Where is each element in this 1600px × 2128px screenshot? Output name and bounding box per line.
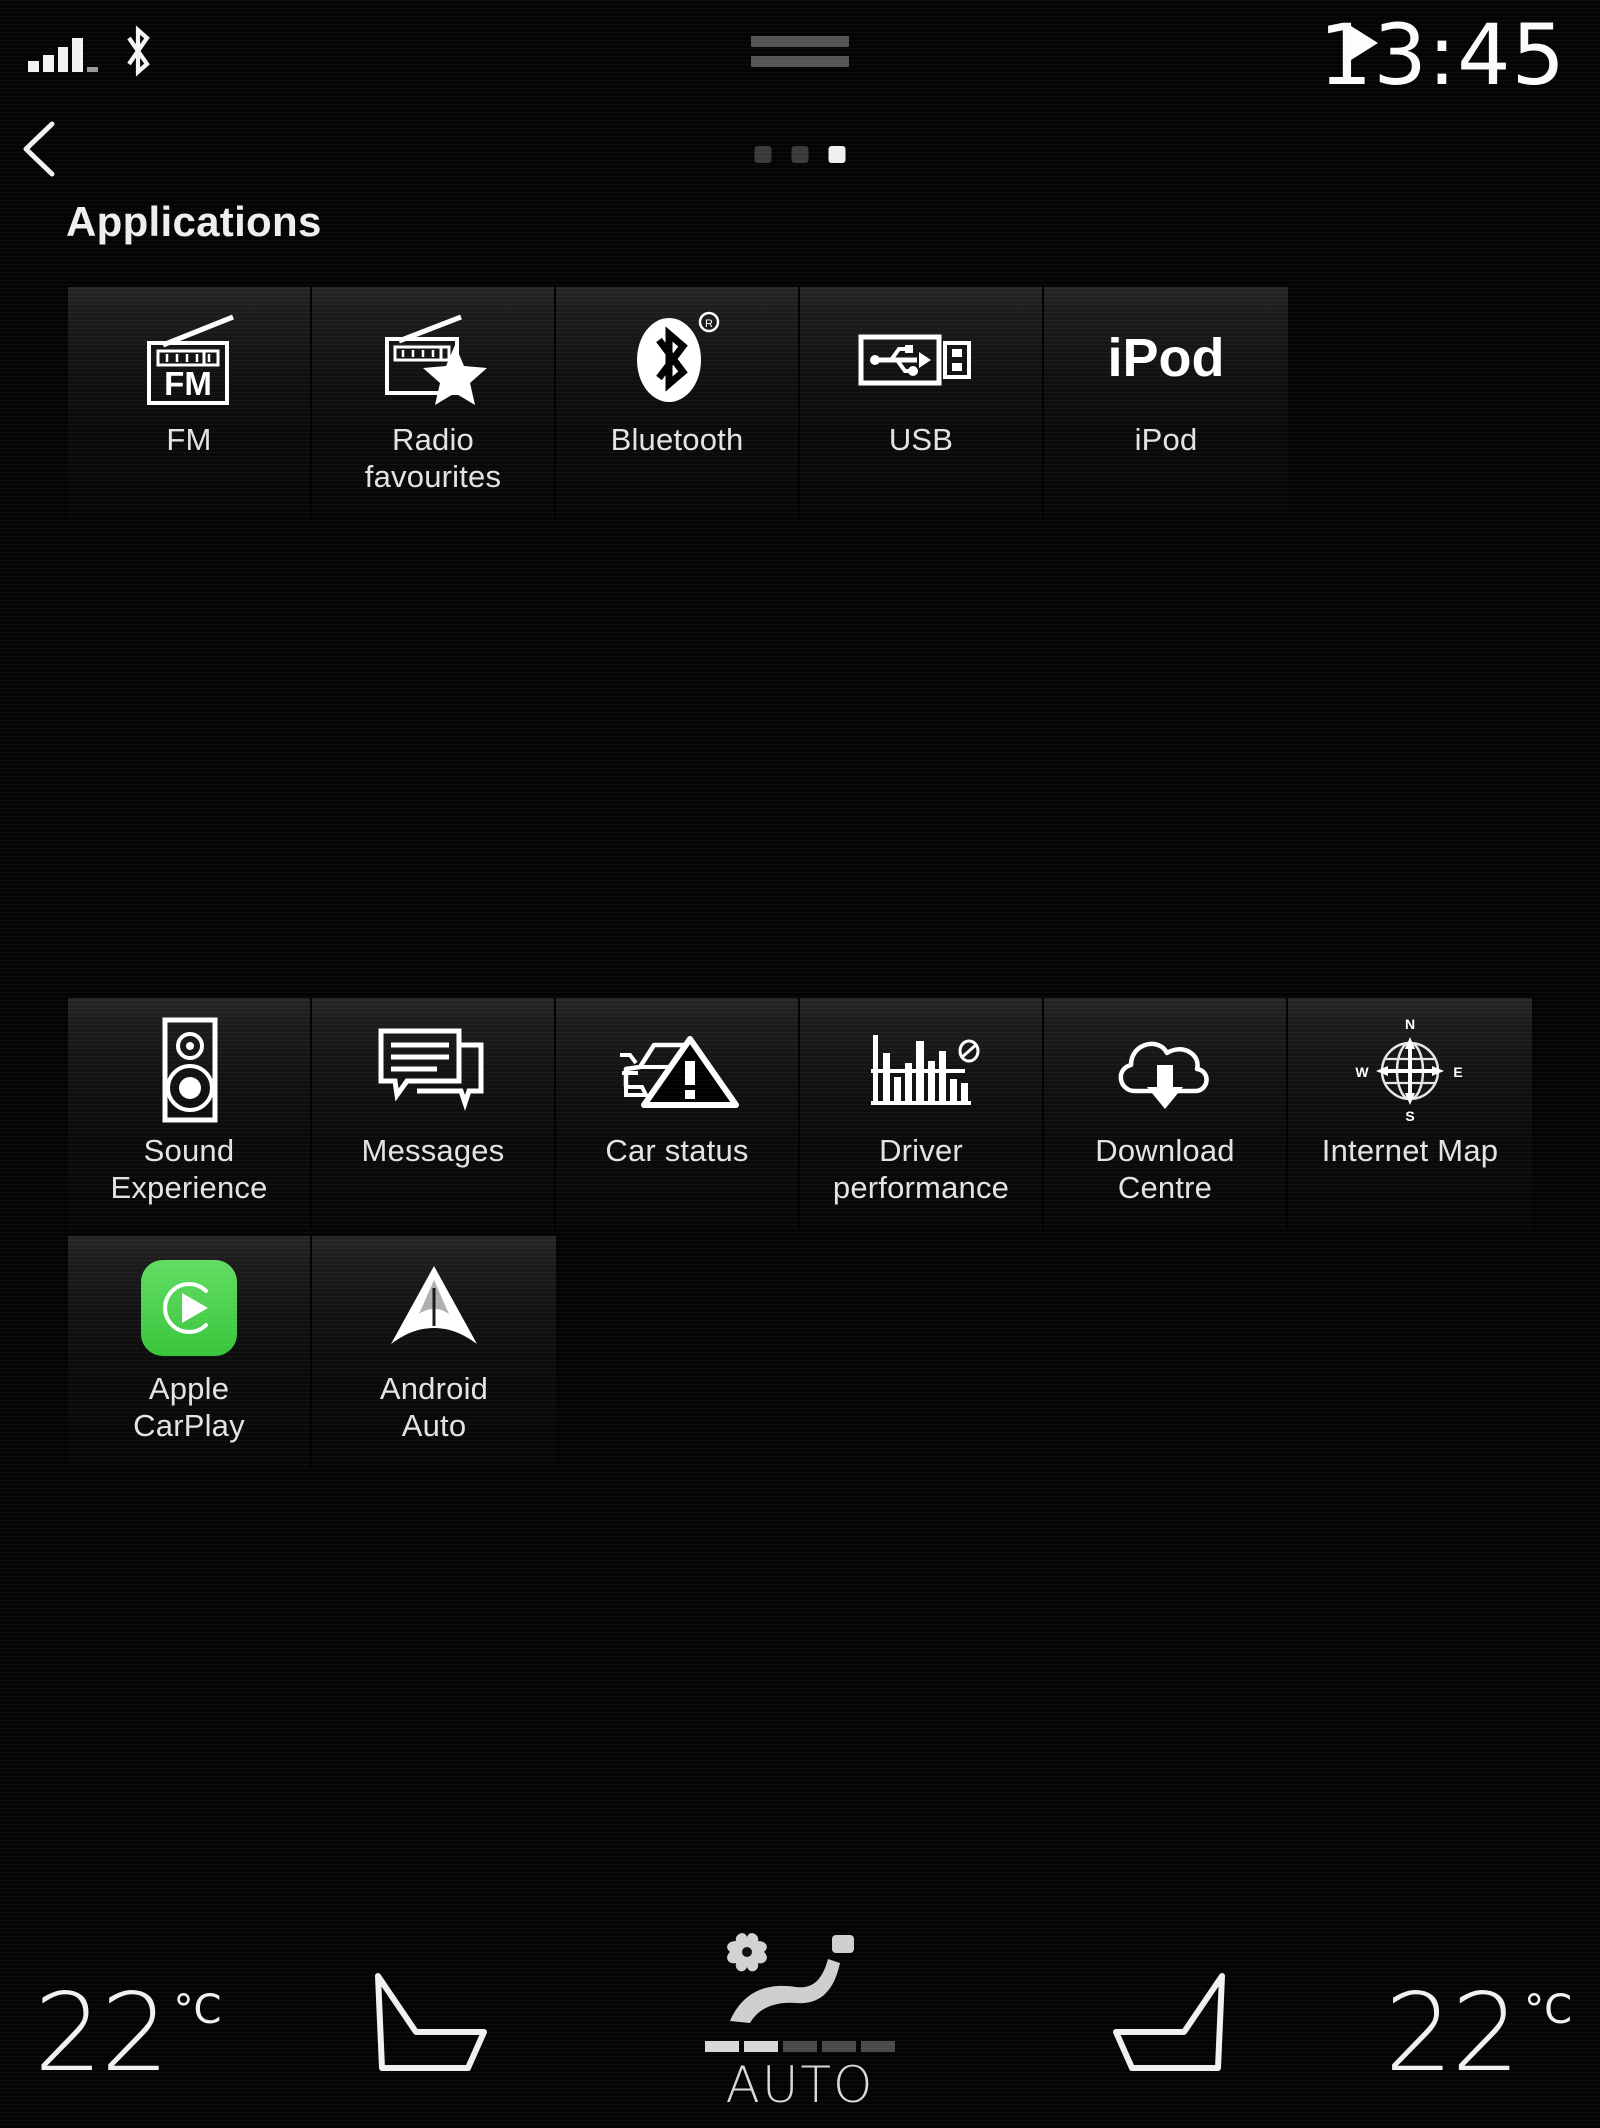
status-bar: 13:45 (0, 0, 1600, 112)
usb-connector-icon (836, 301, 1006, 417)
fan-speed-bars[interactable] (705, 2041, 895, 2052)
android-auto-icon (349, 1250, 519, 1366)
svg-text:iPod: iPod (1108, 328, 1225, 388)
left-temp-value: 22 (34, 1971, 169, 2096)
app-grid-row-2: Sound Experience Messages Car status Dri… (68, 998, 1536, 1229)
page-dot-1[interactable] (754, 146, 772, 163)
signal-bars-icon (28, 36, 98, 72)
car-warning-icon (592, 1012, 762, 1128)
app-tile-apple-carplay[interactable]: Apple CarPlay (68, 1236, 312, 1467)
seated-person-icon (727, 1933, 854, 2023)
app-tile-usb[interactable]: USB (800, 287, 1044, 518)
svg-text:FM: FM (164, 365, 212, 402)
app-label: Download Centre (1095, 1133, 1235, 1205)
app-label: FM (166, 422, 212, 457)
drag-handle-icon[interactable] (751, 36, 849, 67)
svg-text:N: N (1405, 1016, 1415, 1032)
climate-bar: 22 °C AUTO 22 °C (0, 1928, 1600, 2128)
clock: 13:45 (1318, 6, 1566, 104)
app-label: Messages (361, 1133, 505, 1168)
svg-text:R: R (705, 318, 713, 330)
app-label: Android Auto (379, 1371, 489, 1443)
cloud-download-icon (1080, 1012, 1250, 1128)
app-grid-row-3: Apple CarPlay Android Auto (68, 1236, 1536, 1467)
radio-star-icon (348, 301, 518, 417)
app-tile-internet-map[interactable]: N S W E Internet Map (1288, 998, 1532, 1229)
bluetooth-icon: R (592, 301, 762, 417)
left-temperature[interactable]: 22 °C (34, 1971, 222, 2096)
right-temperature[interactable]: 22 °C (1384, 1971, 1572, 2096)
app-grid-row-1: FM FM Radio favourites R Bluetooth USB i… (68, 287, 1536, 518)
svg-text:E: E (1453, 1064, 1462, 1080)
right-temp-unit: °C (1524, 1987, 1572, 2033)
speech-bubbles-icon (348, 1012, 518, 1128)
app-tile-car-status[interactable]: Car status (556, 998, 800, 1229)
fan-bar-1 (705, 2041, 739, 2052)
app-label: Internet Map (1321, 1133, 1499, 1168)
svg-text:W: W (1355, 1064, 1369, 1080)
app-label: USB (888, 422, 954, 457)
app-tile-radio-favourites[interactable]: Radio favourites (312, 287, 556, 518)
app-tile-messages[interactable]: Messages (312, 998, 556, 1229)
seat-heater-left-icon[interactable] (352, 1966, 492, 2076)
bluetooth-icon (120, 24, 156, 78)
compass-globe-icon: N S W E (1325, 1012, 1495, 1128)
fan-bar-4 (822, 2041, 856, 2052)
app-tile-android-auto[interactable]: Android Auto (312, 1236, 556, 1467)
fm-radio-icon: FM (104, 301, 274, 417)
infotainment-screen: 13:45 Applications FM FM Radio favourite… (0, 0, 1600, 2128)
app-tile-fm[interactable]: FM FM (68, 287, 312, 518)
app-label: Radio favourites (364, 422, 502, 494)
auto-climate-button[interactable]: AUTO (660, 1929, 940, 2114)
apple-carplay-icon (104, 1250, 274, 1366)
page-dot-3[interactable] (828, 146, 846, 163)
app-label: Apple CarPlay (133, 1371, 245, 1443)
auto-label: AUTO (725, 2056, 875, 2114)
app-tile-download-centre[interactable]: Download Centre (1044, 998, 1288, 1229)
fan-bar-2 (744, 2041, 778, 2052)
app-label: iPod (1134, 422, 1198, 457)
page-title: Applications (66, 198, 322, 245)
bar-chart-icon (836, 1012, 1006, 1128)
fan-bar-3 (783, 2041, 817, 2052)
app-label: Bluetooth (610, 422, 744, 457)
left-temp-unit: °C (173, 1987, 222, 2033)
app-label: Sound Experience (110, 1133, 268, 1205)
page-indicator[interactable] (754, 146, 846, 163)
app-label: Driver performance (832, 1133, 1010, 1205)
seat-heater-right-icon[interactable] (1108, 1966, 1248, 2076)
app-tile-ipod[interactable]: iPod iPod (1044, 287, 1288, 518)
svg-text:S: S (1405, 1108, 1414, 1124)
app-tile-sound-experience[interactable]: Sound Experience (68, 998, 312, 1229)
back-chevron-icon[interactable] (12, 118, 66, 180)
page-dot-2[interactable] (791, 146, 809, 163)
ipod-wordmark-icon: iPod (1081, 301, 1251, 417)
app-label: Car status (605, 1133, 749, 1168)
fan-bar-5 (861, 2041, 895, 2052)
app-tile-bluetooth[interactable]: R Bluetooth (556, 287, 800, 518)
app-tile-driver-performance[interactable]: Driver performance (800, 998, 1044, 1229)
right-temp-value: 22 (1384, 1971, 1520, 2096)
speaker-icon (104, 1012, 274, 1128)
